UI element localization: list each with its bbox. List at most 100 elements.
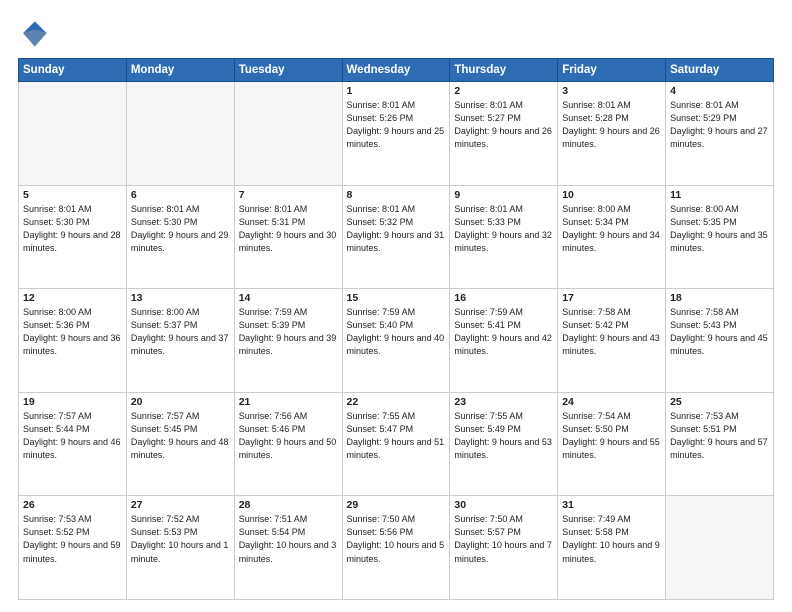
day-info: Sunrise: 7:51 AM Sunset: 5:54 PM Dayligh… bbox=[239, 513, 338, 565]
calendar-cell: 20 Sunrise: 7:57 AM Sunset: 5:45 PM Dayli… bbox=[126, 392, 234, 496]
day-number: 23 bbox=[454, 396, 553, 408]
day-info: Sunrise: 7:57 AM Sunset: 5:45 PM Dayligh… bbox=[131, 410, 230, 462]
calendar-cell bbox=[234, 82, 342, 186]
day-number: 17 bbox=[562, 292, 661, 304]
day-number: 24 bbox=[562, 396, 661, 408]
day-info: Sunrise: 7:50 AM Sunset: 5:56 PM Dayligh… bbox=[347, 513, 446, 565]
calendar-cell: 22 Sunrise: 7:55 AM Sunset: 5:47 PM Dayli… bbox=[342, 392, 450, 496]
day-number: 28 bbox=[239, 499, 338, 511]
calendar-cell: 27Sunrise: 7:52 AM Sunset: 5:53 PM Dayli… bbox=[126, 496, 234, 600]
day-info: Sunrise: 7:59 AM Sunset: 5:41 PM Dayligh… bbox=[454, 306, 553, 358]
calendar-cell: 16 Sunrise: 7:59 AM Sunset: 5:41 PM Dayli… bbox=[450, 289, 558, 393]
day-number: 6 bbox=[131, 189, 230, 201]
calendar-cell: 17 Sunrise: 7:58 AM Sunset: 5:42 PM Dayli… bbox=[558, 289, 666, 393]
calendar-cell: 21 Sunrise: 7:56 AM Sunset: 5:46 PM Dayli… bbox=[234, 392, 342, 496]
day-info: Sunrise: 8:01 AM Sunset: 5:32 PM Dayligh… bbox=[347, 203, 446, 255]
calendar-cell bbox=[666, 496, 774, 600]
calendar-cell: 28 Sunrise: 7:51 AM Sunset: 5:54 PM Dayli… bbox=[234, 496, 342, 600]
day-number: 20 bbox=[131, 396, 230, 408]
day-info: Sunrise: 8:01 AM Sunset: 5:30 PM Dayligh… bbox=[131, 203, 230, 255]
calendar-cell: 3Sunrise: 8:01 AM Sunset: 5:28 PM Daylig… bbox=[558, 82, 666, 186]
day-number: 2 bbox=[454, 85, 553, 97]
weekday-header-thursday: Thursday bbox=[450, 59, 558, 82]
calendar-cell: 10Sunrise: 8:00 AM Sunset: 5:34 PM Dayli… bbox=[558, 185, 666, 289]
day-info: Sunrise: 8:01 AM Sunset: 5:29 PM Dayligh… bbox=[670, 99, 769, 151]
calendar-cell: 8 Sunrise: 8:01 AM Sunset: 5:32 PM Daylig… bbox=[342, 185, 450, 289]
calendar-week-4: 19 Sunrise: 7:57 AM Sunset: 5:44 PM Dayli… bbox=[19, 392, 774, 496]
day-number: 30 bbox=[454, 499, 553, 511]
calendar-cell: 12Sunrise: 8:00 AM Sunset: 5:36 PM Dayli… bbox=[19, 289, 127, 393]
day-number: 3 bbox=[562, 85, 661, 97]
day-info: Sunrise: 8:01 AM Sunset: 5:33 PM Dayligh… bbox=[454, 203, 553, 255]
day-info: Sunrise: 7:54 AM Sunset: 5:50 PM Dayligh… bbox=[562, 410, 661, 462]
weekday-header-wednesday: Wednesday bbox=[342, 59, 450, 82]
day-info: Sunrise: 7:58 AM Sunset: 5:42 PM Dayligh… bbox=[562, 306, 661, 358]
day-number: 12 bbox=[23, 292, 122, 304]
day-info: Sunrise: 7:59 AM Sunset: 5:39 PM Dayligh… bbox=[239, 306, 338, 358]
calendar-cell: 2 Sunrise: 8:01 AM Sunset: 5:27 PM Daylig… bbox=[450, 82, 558, 186]
calendar-cell: 30 Sunrise: 7:50 AM Sunset: 5:57 PM Dayli… bbox=[450, 496, 558, 600]
calendar-cell: 18 Sunrise: 7:58 AM Sunset: 5:43 PM Dayli… bbox=[666, 289, 774, 393]
calendar-cell: 24 Sunrise: 7:54 AM Sunset: 5:50 PM Dayli… bbox=[558, 392, 666, 496]
header bbox=[18, 18, 774, 50]
day-info: Sunrise: 8:00 AM Sunset: 5:37 PM Dayligh… bbox=[131, 306, 230, 358]
day-number: 16 bbox=[454, 292, 553, 304]
day-number: 21 bbox=[239, 396, 338, 408]
day-number: 10 bbox=[562, 189, 661, 201]
calendar-cell: 1 Sunrise: 8:01 AM Sunset: 5:26 PM Daylig… bbox=[342, 82, 450, 186]
day-info: Sunrise: 8:01 AM Sunset: 5:31 PM Dayligh… bbox=[239, 203, 338, 255]
day-info: Sunrise: 8:01 AM Sunset: 5:30 PM Dayligh… bbox=[23, 203, 122, 255]
calendar-cell: 19 Sunrise: 7:57 AM Sunset: 5:44 PM Dayli… bbox=[19, 392, 127, 496]
weekday-header-saturday: Saturday bbox=[666, 59, 774, 82]
day-info: Sunrise: 7:53 AM Sunset: 5:51 PM Dayligh… bbox=[670, 410, 769, 462]
calendar-table: SundayMondayTuesdayWednesdayThursdayFrid… bbox=[18, 58, 774, 600]
day-number: 7 bbox=[239, 189, 338, 201]
day-info: Sunrise: 7:56 AM Sunset: 5:46 PM Dayligh… bbox=[239, 410, 338, 462]
day-info: Sunrise: 7:50 AM Sunset: 5:57 PM Dayligh… bbox=[454, 513, 553, 565]
day-info: Sunrise: 7:52 AM Sunset: 5:53 PM Dayligh… bbox=[131, 513, 230, 565]
day-number: 13 bbox=[131, 292, 230, 304]
day-info: Sunrise: 7:57 AM Sunset: 5:44 PM Dayligh… bbox=[23, 410, 122, 462]
weekday-header-friday: Friday bbox=[558, 59, 666, 82]
day-number: 22 bbox=[347, 396, 446, 408]
calendar-week-1: 1 Sunrise: 8:01 AM Sunset: 5:26 PM Daylig… bbox=[19, 82, 774, 186]
calendar-cell bbox=[126, 82, 234, 186]
calendar-cell: 31 Sunrise: 7:49 AM Sunset: 5:58 PM Dayli… bbox=[558, 496, 666, 600]
calendar-cell: 25Sunrise: 7:53 AM Sunset: 5:51 PM Dayli… bbox=[666, 392, 774, 496]
day-info: Sunrise: 7:53 AM Sunset: 5:52 PM Dayligh… bbox=[23, 513, 122, 565]
calendar-cell: 11 Sunrise: 8:00 AM Sunset: 5:35 PM Dayli… bbox=[666, 185, 774, 289]
day-info: Sunrise: 8:01 AM Sunset: 5:27 PM Dayligh… bbox=[454, 99, 553, 151]
calendar-cell: 9 Sunrise: 8:01 AM Sunset: 5:33 PM Daylig… bbox=[450, 185, 558, 289]
calendar-cell: 13 Sunrise: 8:00 AM Sunset: 5:37 PM Dayli… bbox=[126, 289, 234, 393]
logo bbox=[18, 18, 54, 50]
day-info: Sunrise: 8:01 AM Sunset: 5:26 PM Dayligh… bbox=[347, 99, 446, 151]
calendar-header-row: SundayMondayTuesdayWednesdayThursdayFrid… bbox=[19, 59, 774, 82]
day-info: Sunrise: 7:58 AM Sunset: 5:43 PM Dayligh… bbox=[670, 306, 769, 358]
calendar-week-2: 5Sunrise: 8:01 AM Sunset: 5:30 PM Daylig… bbox=[19, 185, 774, 289]
day-number: 19 bbox=[23, 396, 122, 408]
day-number: 31 bbox=[562, 499, 661, 511]
day-number: 8 bbox=[347, 189, 446, 201]
day-number: 15 bbox=[347, 292, 446, 304]
day-number: 4 bbox=[670, 85, 769, 97]
calendar-cell: 15Sunrise: 7:59 AM Sunset: 5:40 PM Dayli… bbox=[342, 289, 450, 393]
weekday-header-sunday: Sunday bbox=[19, 59, 127, 82]
logo-icon bbox=[18, 18, 50, 50]
calendar-cell: 4 Sunrise: 8:01 AM Sunset: 5:29 PM Daylig… bbox=[666, 82, 774, 186]
day-number: 26 bbox=[23, 499, 122, 511]
calendar-cell: 7 Sunrise: 8:01 AM Sunset: 5:31 PM Daylig… bbox=[234, 185, 342, 289]
day-number: 11 bbox=[670, 189, 769, 201]
day-number: 9 bbox=[454, 189, 553, 201]
day-number: 18 bbox=[670, 292, 769, 304]
calendar-cell: 5Sunrise: 8:01 AM Sunset: 5:30 PM Daylig… bbox=[19, 185, 127, 289]
calendar-week-3: 12Sunrise: 8:00 AM Sunset: 5:36 PM Dayli… bbox=[19, 289, 774, 393]
day-number: 1 bbox=[347, 85, 446, 97]
day-info: Sunrise: 7:49 AM Sunset: 5:58 PM Dayligh… bbox=[562, 513, 661, 565]
day-info: Sunrise: 8:00 AM Sunset: 5:35 PM Dayligh… bbox=[670, 203, 769, 255]
day-info: Sunrise: 7:55 AM Sunset: 5:47 PM Dayligh… bbox=[347, 410, 446, 462]
calendar-week-5: 26 Sunrise: 7:53 AM Sunset: 5:52 PM Dayli… bbox=[19, 496, 774, 600]
calendar-cell: 6 Sunrise: 8:01 AM Sunset: 5:30 PM Daylig… bbox=[126, 185, 234, 289]
weekday-header-tuesday: Tuesday bbox=[234, 59, 342, 82]
calendar-cell: 14Sunrise: 7:59 AM Sunset: 5:39 PM Dayli… bbox=[234, 289, 342, 393]
day-info: Sunrise: 7:55 AM Sunset: 5:49 PM Dayligh… bbox=[454, 410, 553, 462]
